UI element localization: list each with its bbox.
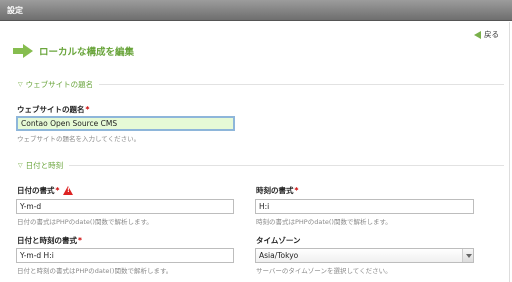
window-title: 設定 — [7, 6, 23, 15]
datim-format-label: 日付と時刻の書式 * — [17, 236, 82, 245]
timezone-select[interactable]: Asia/Tokyo — [255, 248, 474, 263]
collapse-toggle-icon[interactable]: ▽ — [18, 81, 23, 88]
back-label: 戻る — [484, 30, 499, 39]
timezone-hint: サーバーのタイムゾーンを選択してください。 — [256, 267, 392, 275]
site-title-hint: ウェブサイトの題名を入力してください。 — [17, 135, 141, 143]
page-heading: ローカルな構成を編集 — [13, 44, 134, 58]
legend-divider — [69, 165, 504, 166]
required-marker: * — [85, 105, 90, 114]
back-button[interactable]: 戻る — [474, 29, 499, 40]
site-title-label: ウェブサイトの題名 * — [17, 105, 90, 114]
timezone-value: Asia/Tokyo — [259, 251, 299, 260]
time-format-hint: 時刻の書式はPHPのdate()関数で解析します。 — [256, 218, 392, 226]
title-bar: 設定 — [0, 0, 512, 21]
datim-format-hint: 日付と時刻の書式はPHPのdate()関数で解析します。 — [17, 267, 173, 275]
legend-divider — [99, 84, 504, 85]
main-content: 戻る ローカルな構成を編集 ▽ ウェブサイトの題名 ウェブサイトの題名* ウェブ… — [0, 22, 510, 282]
date-format-input[interactable] — [16, 199, 234, 214]
legend-site-name[interactable]: ▽ ウェブサイトの題名 — [18, 79, 504, 90]
legend-datetime-label: 日付と時刻 — [25, 161, 64, 170]
legend-datetime[interactable]: ▽ 日付と時刻 — [18, 160, 504, 171]
time-format-label: 時刻の書式 * — [256, 186, 299, 195]
date-format-hint: 日付の書式はPHPのdate()関数で解析します。 — [17, 218, 153, 226]
date-format-label: 日付の書式 * — [17, 185, 74, 196]
page-title: ローカルな構成を編集 — [39, 47, 135, 58]
timezone-label: タイムゾーン — [256, 236, 301, 245]
site-title-input[interactable] — [16, 116, 235, 131]
datim-format-input[interactable] — [16, 248, 234, 263]
collapse-toggle-icon[interactable]: ▽ — [18, 162, 23, 169]
chevron-down-icon[interactable] — [462, 249, 473, 262]
back-arrow-icon — [474, 30, 481, 39]
time-format-input[interactable] — [255, 199, 474, 214]
legend-site-name-label: ウェブサイトの題名 — [25, 80, 94, 89]
arrow-right-icon — [13, 44, 33, 58]
warning-icon — [63, 186, 74, 195]
